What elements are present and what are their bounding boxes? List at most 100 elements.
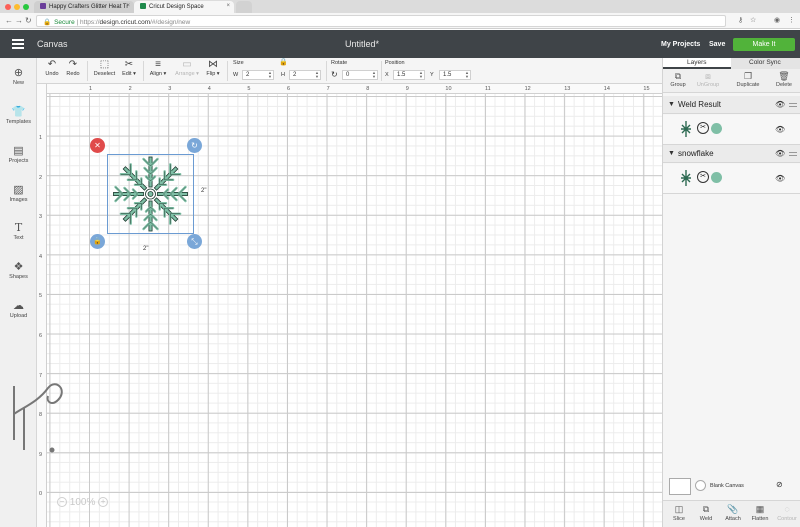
visibility-eye-icon[interactable]: 👁 bbox=[775, 174, 785, 183]
app-header: Canvas Untitled* My Projects Save Make I… bbox=[0, 30, 800, 58]
snowflake-image[interactable] bbox=[108, 155, 193, 233]
deselect-button[interactable]: ⬚ Deselect bbox=[92, 58, 117, 84]
close-tab-icon[interactable]: × bbox=[226, 3, 230, 9]
profile-icon[interactable]: ◉ bbox=[774, 16, 780, 24]
close-tab-icon[interactable]: × bbox=[126, 3, 130, 9]
lock-aspect-icon[interactable]: 🔒 bbox=[279, 58, 288, 66]
attach-button[interactable]: 📎 Attach bbox=[719, 503, 747, 522]
sidebar-item-images[interactable]: ▨ Images bbox=[0, 183, 37, 203]
rotate-input[interactable]: 0 ▲ ▼ bbox=[342, 70, 378, 80]
group-icon: ⧉ bbox=[674, 71, 682, 81]
my-projects-link[interactable]: My Projects bbox=[661, 41, 700, 48]
toolbar-divider bbox=[326, 61, 327, 81]
browser-tab-happy-crafters[interactable]: Happy Crafters Glitter Heat Tr × bbox=[34, 1, 134, 13]
sidebar-item-templates[interactable]: 👕 Templates bbox=[0, 105, 37, 125]
ungroup-button[interactable]: ⧈ UnGroup bbox=[693, 71, 723, 88]
design-canvas[interactable] bbox=[37, 84, 662, 527]
ruler-tick-label: 9 bbox=[405, 86, 409, 92]
layer-row-snowflake[interactable]: ✂ 👁 bbox=[663, 164, 800, 194]
drag-handle-icon[interactable] bbox=[789, 103, 797, 108]
weld-icon: ⧉ bbox=[702, 504, 710, 514]
visibility-eye-icon[interactable]: 👁 bbox=[775, 125, 785, 134]
new-tab-button[interactable] bbox=[236, 1, 252, 13]
ruler-tick-label: 4 bbox=[207, 86, 211, 92]
layer-row-weld-result[interactable]: ✂ 👁 bbox=[663, 115, 800, 145]
edit-menu-button[interactable]: ✂ Edit ▾ bbox=[119, 58, 139, 84]
blank-canvas-color-circle[interactable] bbox=[695, 480, 706, 491]
stepper-arrows-icon[interactable]: ▲ ▼ bbox=[419, 71, 423, 79]
ruler-tick-label: 12 bbox=[524, 86, 531, 92]
watermark-logo bbox=[13, 383, 63, 453]
close-window-icon[interactable] bbox=[5, 4, 11, 10]
contour-button[interactable]: ◌ Contour bbox=[773, 503, 800, 522]
selection-box[interactable] bbox=[107, 154, 194, 234]
collapse-caret-icon[interactable]: ▼ bbox=[668, 101, 675, 108]
rotate-handle-icon[interactable]: ↻ bbox=[187, 138, 202, 153]
collapse-caret-icon[interactable]: ▼ bbox=[668, 150, 675, 157]
layer-group-snowflake[interactable]: ▼ snowflake 👁 bbox=[663, 145, 800, 163]
browser-tab-cricut[interactable]: Cricut Design Space × bbox=[134, 1, 234, 13]
more-menu-icon[interactable]: ⋮ bbox=[788, 16, 795, 24]
drag-handle-icon[interactable] bbox=[789, 152, 797, 157]
edit-toolbar: ↶ Undo ↷ Redo ⬚ Deselect ✂ Edit ▾ ≡ Alig… bbox=[37, 58, 662, 84]
hamburger-menu-icon[interactable] bbox=[12, 39, 24, 49]
slice-button[interactable]: ◫ Slice bbox=[665, 503, 693, 522]
minimize-window-icon[interactable] bbox=[14, 4, 20, 10]
stepper-arrows-icon[interactable]: ▲ ▼ bbox=[372, 71, 376, 79]
stepper-arrows-icon[interactable]: ▲ ▼ bbox=[465, 71, 469, 79]
width-input[interactable]: 2 ▲ ▼ bbox=[242, 70, 274, 80]
back-arrow-icon[interactable]: ← bbox=[5, 16, 13, 25]
maximize-window-icon[interactable] bbox=[23, 4, 29, 10]
sidebar-item-projects[interactable]: ▤ Projects bbox=[0, 144, 37, 164]
save-button[interactable]: Save bbox=[709, 41, 725, 48]
layer-color-swatch[interactable] bbox=[711, 123, 722, 134]
tab-color-sync[interactable]: Color Sync bbox=[749, 59, 781, 66]
ruler-tick-label: 6 bbox=[287, 86, 291, 92]
height-input[interactable]: 2 ▲ ▼ bbox=[289, 70, 321, 80]
weld-button[interactable]: ⧉ Weld bbox=[692, 503, 720, 522]
ruler-tick-label: 4 bbox=[39, 253, 43, 260]
sidebar-item-upload[interactable]: ☁ Upload bbox=[0, 299, 37, 319]
resize-handle-icon[interactable]: ⤡ bbox=[187, 234, 202, 249]
align-menu-button[interactable]: ≡ Align ▾ bbox=[147, 58, 169, 84]
duplicate-button[interactable]: ❐ Duplicate bbox=[733, 71, 763, 88]
group-button[interactable]: ⧉ Group bbox=[663, 71, 693, 88]
hidden-eye-icon[interactable]: ⊘ bbox=[776, 480, 783, 489]
visibility-eye-icon[interactable]: 👁 bbox=[775, 149, 785, 158]
flip-menu-button[interactable]: ⋈ Flip ▾ bbox=[204, 58, 222, 84]
x-position-input[interactable]: 1.5 ▲ ▼ bbox=[393, 70, 425, 80]
cut-operation-icon[interactable]: ✂ bbox=[697, 122, 709, 134]
star-icon[interactable]: ☆ bbox=[750, 16, 756, 24]
ruler-tick-label: 7 bbox=[326, 86, 330, 92]
reload-icon[interactable]: ↻ bbox=[25, 16, 32, 25]
make-it-button[interactable]: Make It bbox=[733, 38, 795, 51]
zoom-in-button[interactable]: + bbox=[98, 497, 109, 507]
align-icon: ≡ bbox=[155, 59, 161, 70]
delete-button[interactable]: 🗑 Delete bbox=[769, 71, 799, 88]
url-input[interactable]: 🔒 Secure | https://design.cricut.com/#/de… bbox=[36, 15, 726, 27]
y-position-input[interactable]: 1.5 ▲ ▼ bbox=[439, 70, 471, 80]
sidebar-item-text[interactable]: T Text bbox=[0, 221, 37, 241]
key-icon[interactable]: ⚷ bbox=[738, 16, 743, 24]
forward-arrow-icon[interactable]: → bbox=[15, 16, 23, 25]
snowflake-arm bbox=[119, 197, 148, 225]
cut-operation-icon[interactable]: ✂ bbox=[697, 171, 709, 183]
stepper-arrows-icon[interactable]: ▲ ▼ bbox=[315, 71, 319, 79]
undo-button[interactable]: ↶ Undo bbox=[43, 58, 61, 84]
delete-handle-icon[interactable]: ✕ bbox=[90, 138, 105, 153]
tab-layers[interactable]: Layers bbox=[687, 59, 707, 66]
ruler-tick-label: 2 bbox=[128, 86, 132, 92]
layer-group-weld-result[interactable]: ▼ Weld Result 👁 bbox=[663, 96, 800, 114]
redo-button[interactable]: ↷ Redo bbox=[64, 58, 82, 84]
sidebar-item-shapes[interactable]: ❖ Shapes bbox=[0, 260, 37, 280]
arrange-menu-button[interactable]: ▭ Arrange ▾ bbox=[173, 58, 201, 84]
visibility-eye-icon[interactable]: 👁 bbox=[775, 100, 785, 109]
stepper-arrows-icon[interactable]: ▲ ▼ bbox=[268, 71, 272, 79]
sidebar-item-new[interactable]: ⊕ New bbox=[0, 66, 37, 86]
layer-color-swatch[interactable] bbox=[711, 172, 722, 183]
zoom-out-button[interactable]: − bbox=[57, 497, 67, 507]
lock-handle-icon[interactable]: 🔒 bbox=[90, 234, 105, 249]
blank-canvas-swatch[interactable] bbox=[669, 478, 691, 495]
browser-tab-bar: Happy Crafters Glitter Heat Tr × Cricut … bbox=[0, 0, 800, 13]
flatten-button[interactable]: ▦ Flatten bbox=[746, 503, 774, 522]
